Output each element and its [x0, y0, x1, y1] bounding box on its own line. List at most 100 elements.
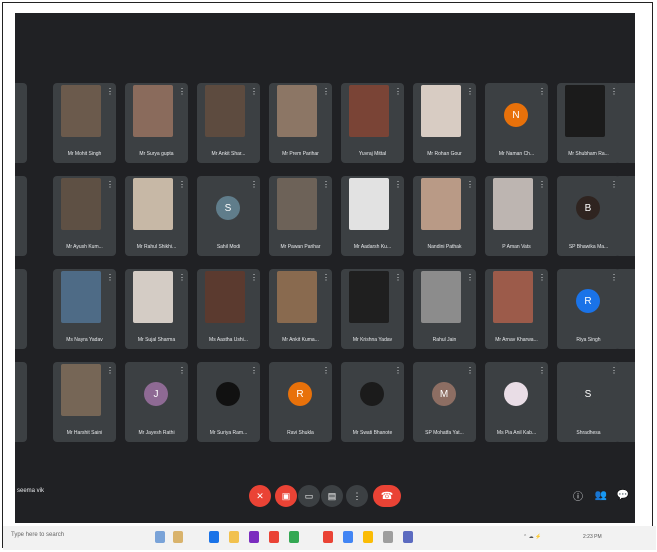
participant-tile[interactable]: ⋮ Nandini Pathak: [413, 176, 476, 256]
mic-muted-icon: ⋮: [322, 180, 330, 189]
participant-tile[interactable]: B ⋮ SP Bhawika Ma...: [557, 176, 620, 256]
app-icon[interactable]: [343, 531, 353, 543]
participant-video: [493, 271, 533, 323]
participant-tile[interactable]: ⋮ Ms Aastha Ushi...: [197, 269, 260, 349]
app-icon[interactable]: [383, 531, 393, 543]
app-icon[interactable]: [363, 531, 373, 543]
info-icon[interactable]: ⓘ: [571, 488, 585, 503]
participant-tile[interactable]: ⋮ P Aman Vats: [485, 176, 548, 256]
participant-tile[interactable]: ⋮ Mr Prem Parihar: [269, 83, 332, 163]
participant-tile[interactable]: ⋮ Rahul Jain: [413, 269, 476, 349]
partial-tile: [15, 83, 27, 163]
system-tray[interactable]: ⌃ ☁ ⚡: [523, 534, 541, 540]
app-icon[interactable]: [289, 531, 299, 543]
participant-tile[interactable]: ⋮ Mr Arnav Kharwa...: [485, 269, 548, 349]
chrome-icon[interactable]: [323, 531, 333, 543]
participant-tile[interactable]: ⋮ Ms Pia Anil Kab...: [485, 362, 548, 442]
leave-call-button[interactable]: ☎: [373, 485, 401, 507]
people-icon[interactable]: 👥: [594, 488, 608, 502]
taskbar-search[interactable]: Type here to search: [11, 532, 64, 538]
participant-tile[interactable]: ⋮ Mr Aadarsh Ku...: [341, 176, 404, 256]
app-icon[interactable]: [249, 531, 259, 543]
mic-muted-icon: ⋮: [538, 366, 546, 375]
participant-tile[interactable]: J ⋮ Mr Jayesh Rathi: [125, 362, 188, 442]
partial-tile: [15, 176, 27, 256]
participant-video: [277, 85, 317, 137]
app-icon[interactable]: [269, 531, 279, 543]
mic-muted-icon: ⋮: [394, 366, 402, 375]
participant-name: Mr Swati Bhanote: [352, 430, 393, 436]
participant-tile[interactable]: ⋮ Mr Harshit Saini: [53, 362, 116, 442]
more-options-button[interactable]: ⋮: [346, 485, 368, 507]
participant-tile[interactable]: ⋮ Mr Suriya Ram...: [197, 362, 260, 442]
participant-video: [61, 178, 101, 230]
participant-tile[interactable]: S ⋮ Sahil Modi: [197, 176, 260, 256]
participant-name: SP Bhawika Ma...: [568, 244, 609, 250]
participant-name: Rahul Jain: [432, 337, 457, 343]
participant-avatar: J: [144, 382, 168, 406]
captions-icon: ▤: [327, 490, 337, 501]
camera-off-icon: ▣: [281, 490, 291, 501]
participant-tile[interactable]: ⋮ Mr Rohan Gour: [413, 83, 476, 163]
participant-name: Yuvraj Mittal: [358, 151, 387, 157]
participant-tile[interactable]: ⋮ Ms Nayra Yadav: [53, 269, 116, 349]
mic-muted-icon: ⋮: [538, 180, 546, 189]
app-icon[interactable]: [403, 531, 413, 543]
file-explorer-icon[interactable]: [173, 531, 183, 543]
camera-button[interactable]: ▣: [275, 485, 297, 507]
participant-tile[interactable]: M ⋮ SP Mohatfa Yat...: [413, 362, 476, 442]
mic-muted-icon: ⋮: [466, 87, 474, 96]
present-button[interactable]: ▭: [298, 485, 320, 507]
participant-name: Mr Ankit Kuma...: [282, 337, 319, 343]
mic-muted-icon: ⋮: [466, 273, 474, 282]
participant-video: [565, 85, 605, 137]
participant-video: [133, 178, 173, 230]
participant-tile[interactable]: ⋮ Mr Ankit Shar...: [197, 83, 260, 163]
folder-icon[interactable]: [229, 531, 239, 543]
participant-video: [421, 178, 461, 230]
participant-name: Ms Aastha Ushi...: [209, 337, 248, 343]
participant-tile[interactable]: ⋮ Mr Surya gupta: [125, 83, 188, 163]
participant-tile[interactable]: ⋮ Mr Swati Bhanote: [341, 362, 404, 442]
participant-tile[interactable]: ⋮ Mr Pawan Parihar: [269, 176, 332, 256]
participant-avatar: B: [576, 196, 600, 220]
mic-muted-icon: ⋮: [322, 87, 330, 96]
participant-name: Ravi Shukla: [287, 430, 314, 436]
participant-tile[interactable]: R ⋮ Riya Singh: [557, 269, 620, 349]
phone-hangup-icon: ☎: [380, 490, 394, 502]
mic-muted-icon: ⋮: [610, 273, 618, 282]
participant-video: [61, 271, 101, 323]
screenshot-frame: ⋮ Mr Mohit Singh ⋮ Mr Surya gupta ⋮ Mr Ankit …: [2, 2, 656, 550]
participant-tile[interactable]: S ⋮ Shradhesa: [557, 362, 620, 442]
task-view-icon[interactable]: [155, 531, 165, 543]
edge-icon[interactable]: [209, 531, 219, 543]
participant-tile[interactable]: ⋮ Mr Shubham Ra...: [557, 83, 620, 163]
mic-muted-icon: ⋮: [250, 273, 258, 282]
participant-video: [277, 271, 317, 323]
participant-tile[interactable]: ⋮ Mr Sujal Sharma: [125, 269, 188, 349]
participant-tile[interactable]: ⋮ Mr Mohit Singh: [53, 83, 116, 163]
mic-muted-icon: ⋮: [610, 87, 618, 96]
participant-video: [133, 85, 173, 137]
participant-name: Mr Ayush Kum...: [66, 244, 103, 250]
captions-button[interactable]: ▤: [321, 485, 343, 507]
more-vert-icon: ⋮: [352, 490, 362, 501]
self-name: seema vik: [17, 488, 45, 494]
mic-muted-icon: ⋮: [250, 180, 258, 189]
participant-tile[interactable]: ⋮ Yuvraj Mittal: [341, 83, 404, 163]
chat-icon[interactable]: 💬: [616, 488, 630, 502]
participant-tile[interactable]: ⋮ Mr Krishna Yadav: [341, 269, 404, 349]
participant-tile[interactable]: ⋮ Mr Ankit Kuma...: [269, 269, 332, 349]
participant-tile[interactable]: R ⋮ Ravi Shukla: [269, 362, 332, 442]
participant-avatar: [360, 382, 384, 406]
participant-tile[interactable]: N ⋮ Mr Naman Ch...: [485, 83, 548, 163]
participant-tile[interactable]: ⋮ Mr Rahul Shikhi...: [125, 176, 188, 256]
participant-name: Mr Mohit Singh: [67, 151, 102, 157]
participant-name: Mr Ankit Shar...: [211, 151, 246, 157]
mic-button[interactable]: ✕: [249, 485, 271, 507]
mic-muted-icon: ⋮: [538, 273, 546, 282]
participant-tile[interactable]: ⋮ Mr Ayush Kum...: [53, 176, 116, 256]
participant-name: Mr Jayesh Rathi: [138, 430, 175, 436]
participant-avatar: R: [288, 382, 312, 406]
mic-muted-icon: ⋮: [178, 180, 186, 189]
